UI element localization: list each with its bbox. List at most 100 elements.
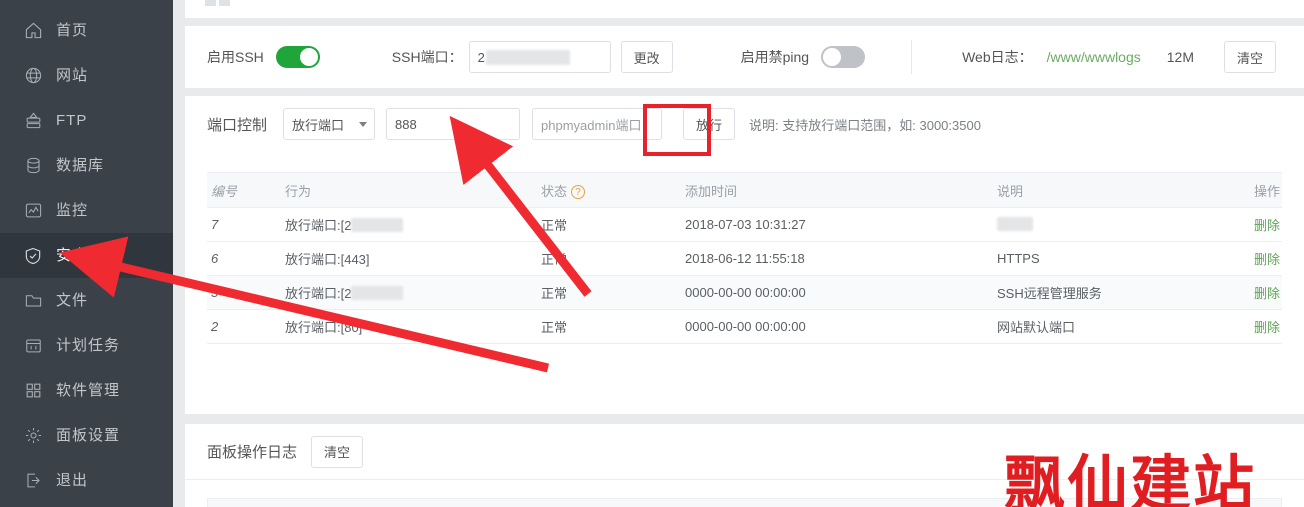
sidebar-item-label: 面板设置 bbox=[56, 427, 121, 444]
col-header-id: 编号 bbox=[211, 183, 238, 199]
partial-top-card bbox=[185, 0, 1304, 18]
ssh-settings-card: 启用SSH SSH端口： 2 更改 启用禁ping Web日志： /www/ww… bbox=[185, 26, 1304, 88]
ssh-toggle[interactable] bbox=[275, 46, 320, 68]
row-desc: SSH远程管理服务 bbox=[997, 286, 1102, 301]
table-row[interactable]: 5 放行端口:[2 正常 0000-00-00 00:00:00 SSH远程管理… bbox=[207, 276, 1282, 310]
row-action-masked bbox=[351, 286, 404, 300]
shield-icon bbox=[22, 245, 44, 267]
sidebar-item-ftp[interactable]: FTP bbox=[0, 98, 173, 143]
panel-log-card: 面板操作日志 清空 编号 操作类型 详情 bbox=[185, 424, 1304, 507]
row-id: 7 bbox=[211, 217, 219, 232]
ssh-port-input[interactable]: 2 bbox=[468, 41, 611, 73]
database-icon bbox=[22, 155, 44, 177]
grid-icon bbox=[22, 380, 44, 402]
logout-icon bbox=[22, 470, 44, 492]
row-desc: 网站默认端口 bbox=[997, 320, 1076, 335]
clear-weblog-button[interactable]: 清空 bbox=[1223, 41, 1276, 73]
firewall-rules-table: 编号 行为 状态? 添加时间 说明 操作 7 放行端口:[2 正常 2018-0… bbox=[207, 172, 1282, 456]
sidebar-item-label: 软件管理 bbox=[56, 382, 121, 399]
sidebar-item-label: 数据库 bbox=[56, 157, 105, 174]
row-action-masked bbox=[351, 218, 404, 232]
delete-rule-button[interactable]: 删除 bbox=[1254, 218, 1280, 233]
ssh-port-label: SSH端口： bbox=[391, 49, 463, 65]
port-range-hint: 说明: 支持放行端口范围，如: 3000:3500 bbox=[749, 117, 981, 133]
enable-ping-block-label: 启用禁ping bbox=[740, 49, 810, 65]
port-type-value: 放行端口 bbox=[292, 117, 345, 133]
ftp-icon bbox=[22, 110, 44, 132]
calendar-icon bbox=[22, 335, 44, 357]
sidebar-item-cron[interactable]: 计划任务 bbox=[0, 323, 173, 368]
row-id: 2 bbox=[211, 319, 219, 334]
sidebar-item-website[interactable]: 网站 bbox=[0, 53, 173, 98]
col-header-action: 行为 bbox=[285, 183, 312, 199]
port-note-input[interactable]: phpmyadmin端口 bbox=[532, 108, 663, 140]
sidebar-item-monitor[interactable]: 监控 bbox=[0, 188, 173, 233]
port-number-input[interactable]: 888 bbox=[386, 108, 521, 140]
row-action: 放行端口:[2 bbox=[285, 283, 541, 302]
row-action: 放行端口:[80] bbox=[285, 320, 363, 335]
panel-log-header: 面板操作日志 清空 bbox=[185, 424, 1304, 480]
col-header-status-text: 状态 bbox=[541, 183, 568, 199]
sidebar-item-home[interactable]: 首页 bbox=[0, 8, 173, 53]
divider bbox=[911, 40, 913, 74]
port-control-title: 端口控制 bbox=[207, 116, 268, 134]
enable-ssh-label: 启用SSH bbox=[207, 49, 264, 65]
home-icon bbox=[22, 20, 44, 42]
sidebar-item-label: 监控 bbox=[56, 202, 89, 219]
sidebar-item-label: 退出 bbox=[56, 472, 89, 489]
port-note-placeholder: phpmyadmin端口 bbox=[541, 117, 642, 133]
row-desc bbox=[997, 217, 1197, 232]
gear-icon bbox=[22, 425, 44, 447]
col-header-op: 操作 bbox=[1253, 183, 1280, 199]
sidebar-item-files[interactable]: 文件 bbox=[0, 278, 173, 323]
table-header-row: 编号 行为 状态? 添加时间 说明 操作 bbox=[207, 172, 1282, 208]
port-type-select[interactable]: 放行端口 bbox=[283, 108, 376, 140]
ssh-toggle-knob bbox=[299, 48, 318, 66]
change-ssh-port-button[interactable]: 更改 bbox=[620, 41, 673, 73]
row-action: 放行端口:[443] bbox=[285, 252, 370, 267]
table-row[interactable]: 7 放行端口:[2 正常 2018-07-03 10:31:27 删除 bbox=[207, 208, 1282, 242]
port-control-row: 端口控制 放行端口 888 phpmyadmin端口 放行 说明: 支持放行端口… bbox=[185, 96, 1304, 152]
weblog-size: 12M bbox=[1166, 49, 1194, 65]
delete-rule-button[interactable]: 删除 bbox=[1254, 286, 1280, 301]
row-action-text: 放行端口:[2 bbox=[285, 218, 352, 233]
row-desc: HTTPS bbox=[997, 251, 1040, 266]
port-control-card: 端口控制 放行端口 888 phpmyadmin端口 放行 说明: 支持放行端口… bbox=[185, 96, 1304, 456]
table-row[interactable]: 6 放行端口:[443] 正常 2018-06-12 11:55:18 HTTP… bbox=[207, 242, 1282, 276]
sidebar-item-software[interactable]: 软件管理 bbox=[0, 368, 173, 413]
row-time: 0000-00-00 00:00:00 bbox=[685, 285, 806, 300]
sidebar-item-label: FTP bbox=[56, 112, 88, 129]
row-status: 正常 bbox=[541, 320, 568, 335]
globe-icon bbox=[22, 65, 44, 87]
sidebar: 首页 网站 FTP 数据库 监控 安全 文件 计划任务 软件管理 面板设置 退出 bbox=[0, 0, 173, 507]
row-status: 正常 bbox=[541, 218, 568, 233]
row-id: 6 bbox=[211, 251, 219, 266]
sidebar-item-security[interactable]: 安全 bbox=[0, 233, 173, 278]
sidebar-item-label: 文件 bbox=[56, 292, 89, 309]
app-root: 首页 网站 FTP 数据库 监控 安全 文件 计划任务 软件管理 面板设置 退出… bbox=[0, 0, 1304, 507]
help-icon[interactable]: ? bbox=[571, 185, 586, 200]
allow-port-button[interactable]: 放行 bbox=[683, 108, 736, 140]
row-time: 2018-06-12 11:55:18 bbox=[685, 251, 805, 266]
sidebar-item-panel-settings[interactable]: 面板设置 bbox=[0, 413, 173, 458]
row-time: 0000-00-00 00:00:00 bbox=[685, 319, 806, 334]
row-status: 正常 bbox=[541, 286, 568, 301]
row-desc-masked bbox=[997, 217, 1033, 231]
table-row[interactable]: 2 放行端口:[80] 正常 0000-00-00 00:00:00 网站默认端… bbox=[207, 310, 1282, 344]
sidebar-item-logout[interactable]: 退出 bbox=[0, 458, 173, 503]
weblog-path-link[interactable]: /www/wwwlogs bbox=[1047, 49, 1141, 65]
clear-panel-log-button[interactable]: 清空 bbox=[311, 435, 364, 468]
ssh-port-masked bbox=[485, 49, 570, 65]
col-header-status: 状态? bbox=[541, 181, 685, 200]
sidebar-item-database[interactable]: 数据库 bbox=[0, 143, 173, 188]
monitor-icon bbox=[22, 200, 44, 222]
port-number-value: 888 bbox=[395, 116, 417, 132]
sidebar-item-label: 安全 bbox=[56, 247, 89, 264]
toolbar-icons bbox=[205, 0, 231, 6]
delete-rule-button[interactable]: 删除 bbox=[1254, 320, 1280, 335]
ping-toggle[interactable] bbox=[821, 46, 866, 68]
folder-icon bbox=[22, 290, 44, 312]
sidebar-item-label: 首页 bbox=[56, 22, 89, 39]
weblog-label: Web日志： bbox=[962, 49, 1033, 65]
delete-rule-button[interactable]: 删除 bbox=[1254, 252, 1280, 267]
